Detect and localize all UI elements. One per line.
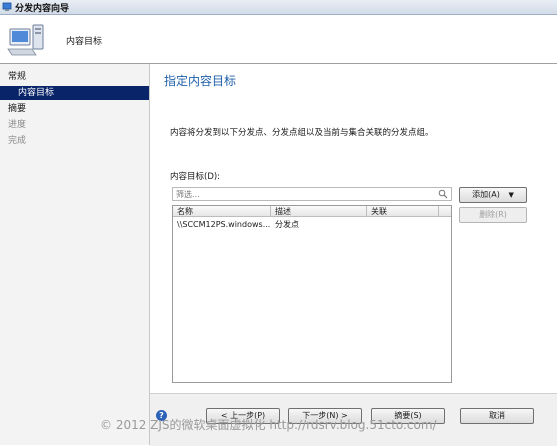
remove-button[interactable]: 删除(R)	[459, 207, 527, 223]
sidebar-item-general[interactable]: 常规	[8, 70, 26, 84]
wizard-icon	[2, 2, 12, 11]
add-button-label: 添加(A)	[472, 190, 500, 199]
page-description: 内容将分发到以下分发点、分发点组以及当前与集合关联的分发点组。	[170, 128, 434, 138]
sidebar-item-content-destination[interactable]: 内容目标	[0, 86, 149, 100]
column-header-filler	[439, 206, 451, 217]
row-description-cell: 分发点	[275, 220, 299, 229]
column-header-name[interactable]: 名称	[173, 206, 271, 217]
row-association-cell	[367, 219, 443, 230]
cancel-button[interactable]: 取消	[460, 408, 534, 424]
column-header-association[interactable]: 关联	[367, 206, 439, 217]
sidebar-item-completion: 完成	[8, 136, 27, 146]
wizard-sidebar: 常规 内容目标 摘要 进度 完成	[0, 64, 150, 445]
add-button[interactable]: 添加(A) ▼	[459, 187, 527, 203]
content-destination-label: 内容目标(D):	[170, 172, 221, 182]
column-header-description[interactable]: 描述	[271, 206, 367, 217]
row-name-cell: \\SCCM12PS.windows...	[177, 220, 271, 229]
dropdown-arrow-icon: ▼	[508, 191, 514, 199]
content-destination-list[interactable]: 名称 描述 关联 \\SCCM12PS.windows... 分发点	[172, 205, 452, 383]
header-title: 内容目标	[66, 37, 103, 47]
filter-box[interactable]	[172, 187, 452, 201]
computer-icon	[7, 24, 44, 56]
window-title: 分发内容向导	[15, 4, 70, 14]
wizard-main-panel: 指定内容目标 内容将分发到以下分发点、分发点组以及当前与集合关联的分发点组。 内…	[150, 64, 557, 393]
sidebar-item-summary[interactable]: 摘要	[8, 102, 26, 116]
filter-input[interactable]	[173, 188, 436, 200]
search-icon[interactable]	[438, 189, 448, 199]
window-title-bar: 分发内容向导	[0, 0, 557, 15]
wizard-header: 内容目标	[0, 15, 557, 64]
watermark-text: © 2012 ZJS的微软桌面虚拟化 http://rdsrv.blog.51c…	[100, 418, 437, 432]
sidebar-item-progress: 进度	[8, 120, 27, 130]
page-title: 指定内容目标	[164, 74, 237, 88]
